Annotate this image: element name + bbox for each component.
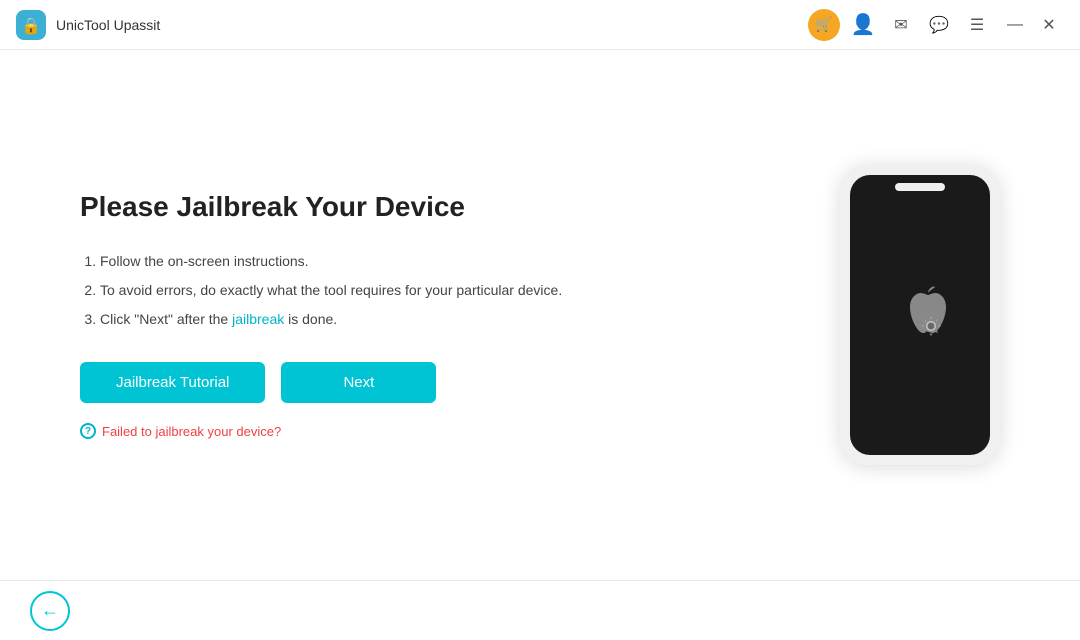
question-icon: ? <box>80 423 96 439</box>
bottom-bar: ← <box>0 580 1080 640</box>
apple-gear-icon <box>883 278 958 353</box>
instruction-1-text: Follow the on-screen instructions. <box>100 253 309 269</box>
main-content: Please Jailbreak Your Device Follow the … <box>0 50 1080 580</box>
window-controls: — ✕ <box>1000 10 1064 40</box>
title-bar: 🔒 UnicTool Upassit 🛒 👤 ✉ 💬 ☰ — ✕ <box>0 0 1080 50</box>
title-bar-left: 🔒 UnicTool Upassit <box>16 10 160 40</box>
close-button[interactable]: ✕ <box>1034 10 1064 40</box>
instruction-3-text-before: Click "Next" after the <box>100 311 232 327</box>
user-account-button[interactable]: 👤 <box>848 10 878 40</box>
failed-link-text: Failed to jailbreak your device? <box>102 424 281 439</box>
back-arrow-icon: ← <box>41 600 59 621</box>
mail-button[interactable]: ✉ <box>886 10 916 40</box>
instruction-3: Click "Next" after the jailbreak is done… <box>100 309 800 330</box>
instruction-2: To avoid errors, do exactly what the too… <box>100 280 800 301</box>
instruction-3-text-after: is done. <box>284 311 337 327</box>
app-name: UnicTool Upassit <box>56 17 160 33</box>
instructions-list: Follow the on-screen instructions. To av… <box>80 251 800 330</box>
instruction-2-text: To avoid errors, do exactly what the too… <box>100 282 562 298</box>
button-row: Jailbreak Tutorial Next <box>80 362 800 403</box>
title-bar-right: 🛒 👤 ✉ 💬 ☰ — ✕ <box>808 9 1064 41</box>
right-panel <box>840 165 1000 465</box>
svg-text:🔒: 🔒 <box>21 17 41 35</box>
phone-mockup <box>840 165 1000 465</box>
minimize-button[interactable]: — <box>1000 10 1030 40</box>
instruction-1: Follow the on-screen instructions. <box>100 251 800 272</box>
chat-button[interactable]: 💬 <box>924 10 954 40</box>
failed-link[interactable]: ? Failed to jailbreak your device? <box>80 423 800 439</box>
jailbreak-highlight: jailbreak <box>232 311 284 327</box>
back-button[interactable]: ← <box>30 591 70 631</box>
page-title: Please Jailbreak Your Device <box>80 191 800 223</box>
menu-button[interactable]: ☰ <box>962 10 992 40</box>
left-panel: Please Jailbreak Your Device Follow the … <box>80 191 840 439</box>
apple-logo-container <box>883 278 958 353</box>
app-logo-icon: 🔒 <box>16 10 46 40</box>
phone-notch <box>895 183 945 191</box>
next-button[interactable]: Next <box>281 362 436 403</box>
jailbreak-tutorial-button[interactable]: Jailbreak Tutorial <box>80 362 265 403</box>
phone-screen <box>850 175 990 455</box>
cart-button[interactable]: 🛒 <box>808 9 840 41</box>
